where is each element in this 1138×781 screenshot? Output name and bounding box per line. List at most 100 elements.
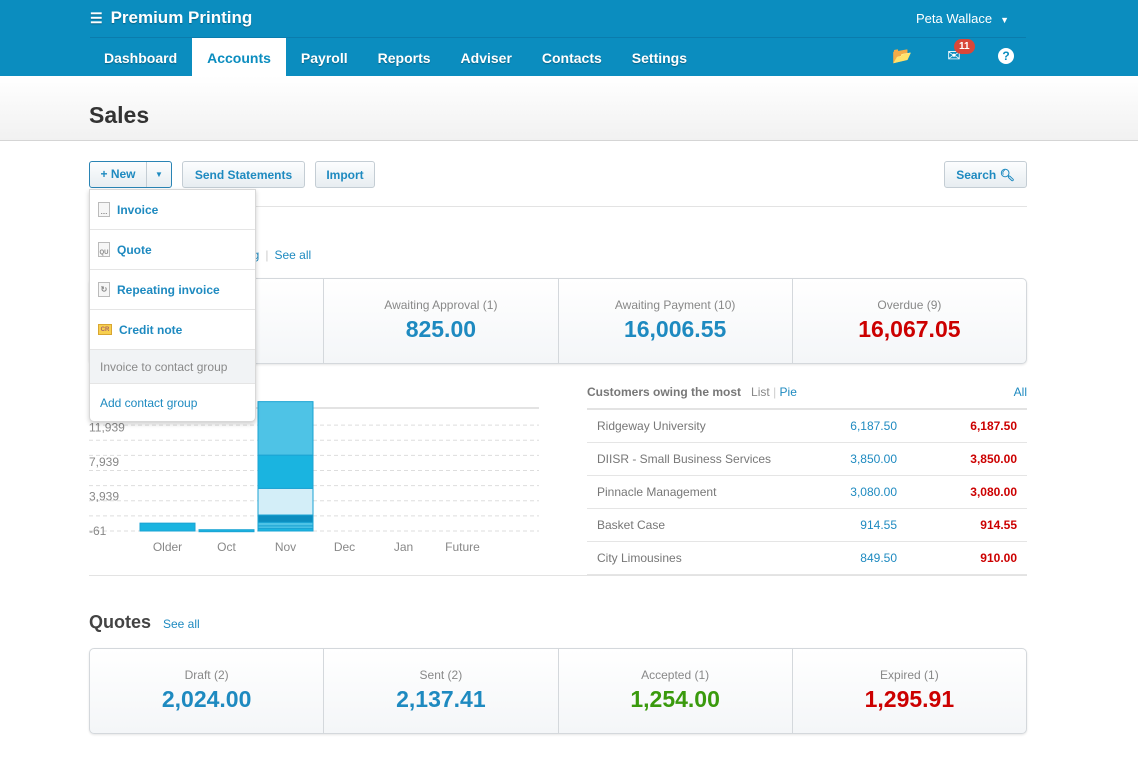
menu-item-credit-note[interactable]: CR Credit note	[90, 310, 255, 350]
x-tick-label: Oct	[217, 540, 236, 554]
new-button[interactable]: + New ▼	[89, 161, 172, 188]
bar-segment[interactable]	[198, 529, 255, 533]
stat-label: Expired (1)	[880, 668, 939, 682]
customer-amount-due: 914.55	[860, 518, 897, 532]
quotes-summary: Draft (2) 2,024.00 Sent (2) 2,137.41 Accepte…	[89, 648, 1027, 734]
divider	[89, 575, 1027, 576]
customer-row[interactable]: Ridgeway University 6,187.50 6,187.50	[587, 410, 1027, 443]
customer-row[interactable]: City Limousines 849.50 910.00	[587, 542, 1027, 575]
pie-view-link[interactable]: Pie	[780, 385, 797, 399]
x-tick-label: Jan	[394, 540, 413, 554]
quote-summary-expired[interactable]: Expired (1) 1,295.91	[793, 649, 1026, 733]
invoice-summary-overdue[interactable]: Overdue (9) 16,067.05	[793, 279, 1026, 363]
x-tick-label: Dec	[334, 540, 355, 554]
menu-group-header: Invoice to contact group	[90, 350, 255, 384]
tab-settings[interactable]: Settings	[617, 38, 702, 76]
help-icon: ?	[998, 48, 1014, 64]
org-name: Premium Printing	[110, 8, 253, 27]
menu-item-label: Repeating invoice	[117, 282, 220, 297]
menu-item-label: Quote	[117, 242, 152, 257]
customer-amount-due: 6,187.50	[850, 419, 897, 433]
stat-label: Awaiting Approval (1)	[384, 298, 498, 312]
bar-segment[interactable]	[257, 454, 314, 489]
customer-amount-overdue: 3,080.00	[970, 485, 1017, 499]
menu-item-invoice[interactable]: .... Invoice	[90, 190, 255, 230]
customer-name: Ridgeway University	[597, 419, 706, 433]
bar-segment[interactable]	[257, 514, 314, 523]
customer-name: Pinnacle Management	[597, 485, 717, 499]
quote-summary-sent[interactable]: Sent (2) 2,137.41	[324, 649, 559, 733]
quote-summary-accepted[interactable]: Accepted (1) 1,254.00	[559, 649, 793, 733]
new-dropdown-toggle[interactable]: ▼	[147, 170, 171, 179]
new-dropdown-menu: .... Invoice QU Quote ↻ Repeating invoice C…	[89, 189, 256, 422]
bar-segment[interactable]	[257, 487, 314, 516]
stat-value: 16,006.55	[623, 316, 727, 342]
list-view-link[interactable]: List	[751, 385, 770, 399]
top-bar: ☰ Premium Printing Peta Wallace ▼ Dashboar…	[0, 0, 1138, 76]
customer-amount-due: 849.50	[860, 551, 897, 565]
mail-count-badge: 11	[954, 39, 975, 54]
new-label: + New	[90, 162, 147, 187]
files-button[interactable]: 📂	[892, 46, 912, 66]
customer-amount-due: 3,850.00	[850, 452, 897, 466]
menu-item-label: Credit note	[119, 322, 183, 337]
help-button[interactable]: ?	[996, 46, 1016, 66]
search-icon: 🔍︎	[999, 167, 1015, 182]
tab-contacts[interactable]: Contacts	[527, 38, 617, 76]
tab-reports[interactable]: Reports	[363, 38, 446, 76]
customer-amount-overdue: 914.55	[980, 518, 1017, 532]
caret-down-icon: ▼	[1000, 15, 1010, 25]
main-nav: Dashboard Accounts Payroll Reports Adviser Co…	[89, 38, 702, 76]
stat-label: Overdue (9)	[877, 298, 942, 312]
send-statements-button[interactable]: Send Statements	[182, 161, 305, 188]
stat-value: 2,137.41	[396, 686, 486, 712]
menu-item-repeating-invoice[interactable]: ↻ Repeating invoice	[90, 270, 255, 310]
import-button[interactable]: Import	[315, 161, 375, 188]
customers-header: Customers owing the most List | Pie All	[587, 385, 1027, 399]
divider: |	[773, 385, 777, 399]
customer-amount-overdue: 3,850.00	[970, 452, 1017, 466]
customer-row[interactable]: Basket Case 914.55 914.55	[587, 509, 1027, 542]
x-tick-label: Future	[445, 540, 480, 554]
see-all-invoices-link[interactable]: See all	[274, 248, 311, 262]
org-switcher[interactable]: ☰ Premium Printing	[90, 8, 252, 28]
quote-icon: QU	[98, 242, 110, 257]
aging-chart: 11,939 7,939 3,939 -61 Older Oct Nov Dec Jan Futu…	[89, 401, 539, 554]
customer-row[interactable]: Pinnacle Management 3,080.00 3,080.00	[587, 476, 1027, 509]
invoice-summary-awaiting-approval[interactable]: Awaiting Approval (1) 825.00	[324, 279, 559, 363]
quote-summary-draft[interactable]: Draft (2) 2,024.00	[90, 649, 325, 733]
stat-label: Awaiting Payment (10)	[614, 298, 736, 312]
page-title: Sales	[89, 102, 150, 128]
search-button[interactable]: Search 🔍︎	[944, 161, 1027, 188]
bar-segment[interactable]	[257, 401, 314, 456]
mail-button[interactable]: ✉ 11	[944, 39, 975, 66]
tab-adviser[interactable]: Adviser	[446, 38, 527, 76]
add-contact-group-link[interactable]: Add contact group	[90, 384, 255, 421]
customer-row[interactable]: DIISR - Small Business Services 3,850.00 3…	[587, 443, 1027, 476]
invoice-icon: ....	[98, 202, 110, 217]
tab-dashboard[interactable]: Dashboard	[89, 38, 192, 76]
folder-icon: 📂	[892, 48, 912, 65]
y-tick-label: -61	[89, 524, 107, 538]
all-customers-link[interactable]: All	[1014, 385, 1027, 399]
tab-payroll[interactable]: Payroll	[286, 38, 363, 76]
tab-accounts[interactable]: Accounts	[192, 38, 286, 76]
bar-segment[interactable]	[139, 522, 196, 532]
y-tick-label: 3,939	[89, 489, 119, 503]
stat-value: 1,295.91	[864, 686, 955, 712]
search-label: Search	[956, 167, 997, 182]
invoice-summary-awaiting-payment[interactable]: Awaiting Payment (10) 16,006.55	[559, 279, 793, 363]
see-all-quotes-link[interactable]: See all	[163, 617, 200, 631]
user-menu[interactable]: Peta Wallace ▼	[916, 11, 1009, 26]
customers-title: Customers owing the most	[587, 385, 742, 399]
menu-item-label: Invoice	[117, 202, 159, 217]
stat-value: 2,024.00	[161, 686, 252, 712]
stat-value: 1,254.00	[630, 686, 720, 712]
bar-segment[interactable]	[257, 521, 314, 527]
x-tick-label: Older	[153, 540, 182, 554]
menu-item-quote[interactable]: QU Quote	[90, 230, 255, 270]
customer-amount-due: 3,080.00	[850, 485, 897, 499]
y-tick-label: 11,939	[89, 420, 125, 434]
quotes-title: Quotes	[89, 612, 152, 632]
stat-value: 825.00	[405, 316, 477, 342]
